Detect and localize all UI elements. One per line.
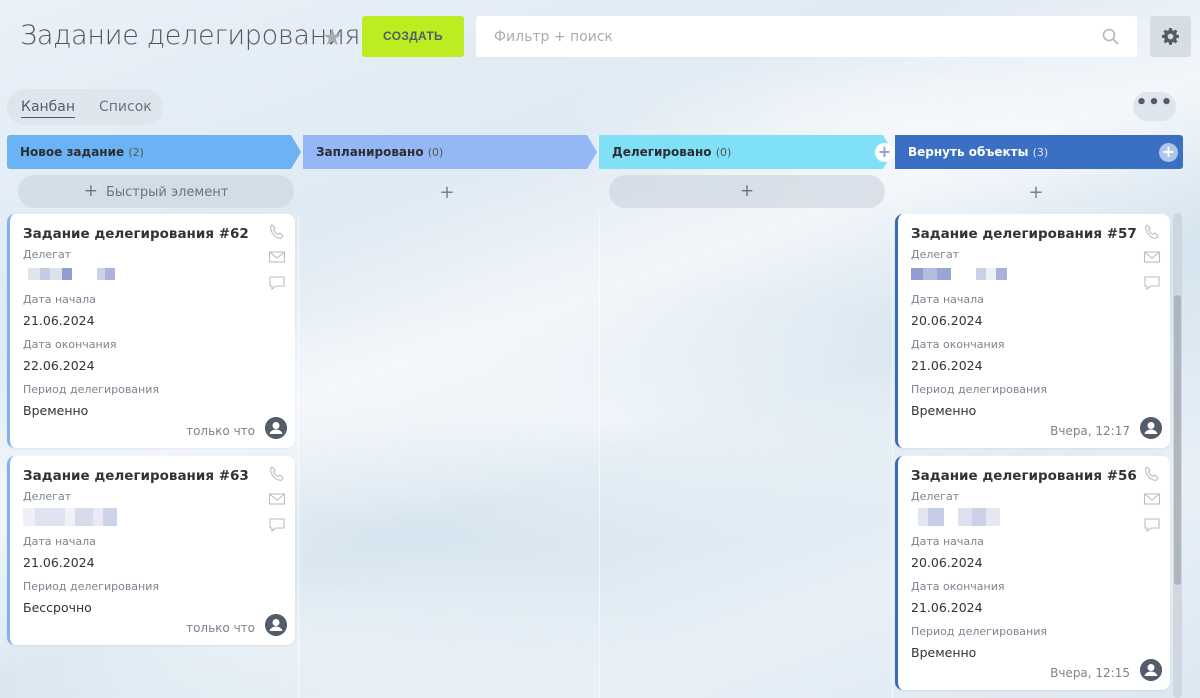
user-avatar-icon[interactable] — [1140, 659, 1162, 681]
field-label: Дата начала — [23, 535, 96, 548]
field-label: Дата начала — [23, 293, 96, 306]
tab-kanban[interactable]: Канбан — [21, 99, 76, 118]
gear-icon — [1161, 27, 1179, 45]
settings-button[interactable] — [1150, 16, 1191, 57]
field-label: Дата начала — [911, 535, 984, 548]
card-56[interactable]: Задание делегирования #56 Делегат Дата н… — [895, 456, 1170, 690]
top-bar: Задание делегирования ★ СОЗДАТЬ — [0, 0, 1200, 80]
card-57[interactable]: Задание делегирования #57 Делегат Дата н… — [895, 214, 1170, 448]
column-count: (0) — [715, 146, 732, 159]
delegate-value — [918, 508, 1000, 526]
quick-add-button[interactable]: + Быстрый элемент — [18, 175, 294, 208]
timestamp: только что — [186, 621, 255, 635]
column-header-new[interactable]: Новое задание (2) — [7, 135, 301, 169]
page-title: Задание делегирования — [20, 20, 361, 51]
field-value: Временно — [911, 645, 977, 660]
view-switcher: Канбан Список — [7, 89, 163, 125]
field-value: 20.06.2024 — [911, 313, 983, 328]
chat-icon[interactable] — [1143, 274, 1161, 292]
user-avatar-icon[interactable] — [265, 614, 287, 636]
add-column-icon[interactable]: + — [1159, 143, 1178, 162]
search-input[interactable] — [476, 16, 1096, 57]
column-count: (0) — [427, 146, 444, 159]
card-title[interactable]: Задание делегирования #56 — [911, 468, 1137, 484]
card-62[interactable]: Задание делегирования #62 Делегат Дата н… — [7, 214, 295, 448]
search-bar — [476, 16, 1137, 57]
card-title[interactable]: Задание делегирования #57 — [911, 226, 1137, 242]
add-column-icon[interactable]: + — [875, 143, 894, 162]
delegate-value — [28, 268, 115, 280]
field-label: Дата окончания — [911, 580, 1005, 593]
field-label: Дата начала — [911, 293, 984, 306]
delegate-value — [911, 268, 1007, 280]
field-label: Период делегирования — [23, 383, 159, 396]
star-icon[interactable]: ★ — [322, 26, 346, 50]
create-button[interactable]: СОЗДАТЬ — [362, 16, 464, 57]
user-avatar-icon[interactable] — [265, 417, 287, 439]
card-title[interactable]: Задание делегирования #63 — [23, 468, 249, 484]
field-value: 21.06.2024 — [23, 555, 95, 570]
plus-icon: + — [739, 181, 755, 201]
card-63[interactable]: Задание делегирования #63 Делегат Дата н… — [7, 456, 295, 645]
column-divider — [892, 213, 893, 698]
column-divider — [298, 213, 299, 698]
field-label: Дата окончания — [23, 338, 117, 351]
field-label: Делегат — [23, 248, 72, 261]
field-label: Делегат — [911, 490, 960, 503]
column-title: Новое задание — [20, 145, 125, 159]
user-avatar-icon[interactable] — [1140, 417, 1162, 439]
timestamp: Вчера, 12:17 — [1050, 424, 1130, 438]
field-value: 22.06.2024 — [23, 358, 95, 373]
field-label: Период делегирования — [911, 383, 1047, 396]
phone-icon[interactable] — [268, 465, 286, 483]
column-title: Запланировано — [316, 145, 424, 159]
chat-icon[interactable] — [1143, 516, 1161, 534]
chat-icon[interactable] — [268, 516, 286, 534]
timestamp: Вчера, 12:15 — [1050, 666, 1130, 680]
field-value: Временно — [23, 403, 89, 418]
field-label: Дата окончания — [911, 338, 1005, 351]
field-value: 21.06.2024 — [23, 313, 95, 328]
column-header-delegated[interactable]: Делегировано (0) — [599, 135, 893, 169]
phone-icon[interactable] — [268, 223, 286, 241]
mail-icon[interactable] — [268, 248, 286, 266]
scrollbar-thumb[interactable] — [1174, 295, 1181, 585]
search-icon[interactable] — [1102, 28, 1119, 45]
field-value: 21.06.2024 — [911, 358, 983, 373]
column-header-planned[interactable]: Запланировано (0) — [303, 135, 597, 169]
field-label: Период делегирования — [911, 625, 1047, 638]
column-count: (3) — [1032, 146, 1049, 159]
quick-add-button[interactable]: + — [609, 175, 885, 208]
quick-add-label: Быстрый элемент — [105, 185, 229, 200]
column-header-return[interactable]: Вернуть объекты (3) — [895, 135, 1183, 169]
tab-list[interactable]: Список — [99, 99, 152, 115]
plus-icon[interactable]: + — [1026, 182, 1046, 203]
column-title: Делегировано — [612, 145, 712, 159]
plus-icon: + — [83, 181, 98, 201]
phone-icon[interactable] — [1143, 465, 1161, 483]
phone-icon[interactable] — [1143, 223, 1161, 241]
chat-icon[interactable] — [268, 274, 286, 292]
column-title: Вернуть объекты — [908, 145, 1029, 159]
field-value: 20.06.2024 — [911, 555, 983, 570]
field-value: Временно — [911, 403, 977, 418]
field-value: Бессрочно — [23, 600, 92, 615]
field-label: Период делегирования — [23, 580, 159, 593]
timestamp: только что — [186, 424, 255, 438]
more-icon[interactable]: ••• — [1133, 92, 1176, 121]
column-count: (2) — [128, 146, 144, 159]
field-value: 21.06.2024 — [911, 600, 983, 615]
card-title[interactable]: Задание делегирования #62 — [23, 226, 249, 242]
delegate-value — [23, 508, 117, 526]
field-label: Делегат — [911, 248, 960, 261]
field-label: Делегат — [23, 490, 72, 503]
mail-icon[interactable] — [268, 490, 286, 508]
mail-icon[interactable] — [1143, 490, 1161, 508]
column-divider — [599, 213, 600, 698]
plus-icon[interactable]: + — [437, 182, 457, 203]
mail-icon[interactable] — [1143, 248, 1161, 266]
